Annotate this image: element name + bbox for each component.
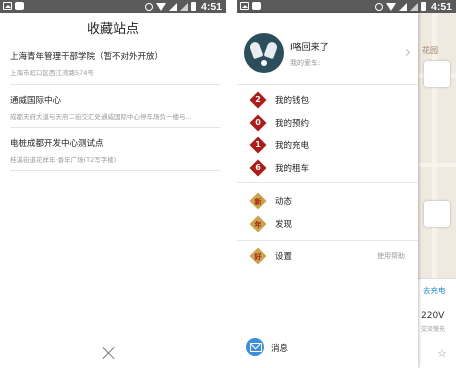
menu-item-label: 我的预约 [275, 118, 310, 129]
menu-item-discover[interactable]: 年 发现 [237, 213, 418, 236]
status-time: 4:51 [430, 0, 452, 13]
map-layers-button[interactable] [424, 61, 450, 87]
avatar-figure [248, 40, 264, 60]
menu-item-rentals[interactable]: 6 我的租车 [237, 157, 418, 180]
news-badge-icon: 新 [250, 193, 266, 209]
favorites-list: 上海青年管理干部学院（暂不对外开放） 上海市虹口区西江湾路574号 通威国际中心… [10, 42, 220, 171]
map-place-label: 花园 [422, 46, 438, 55]
rentals-badge-icon: 6 [250, 160, 266, 176]
chat-notification-icon [252, 2, 261, 10]
wallet-badge-icon: 2 [250, 92, 266, 108]
status-bar: 4:51 [0, 0, 226, 13]
menu-item-label: 设置 [275, 252, 293, 262]
profile-name: I咯回来了 [290, 43, 329, 53]
battery-icon [420, 2, 426, 11]
menu-item-label: 我的租车 [275, 163, 310, 174]
chevron-right-icon [402, 48, 411, 57]
profile-car: 我的爱车: [290, 59, 321, 67]
station-address: 上海市虹口区西江湾路574号 [10, 69, 94, 77]
menu-item-label: 我的钱包 [275, 96, 310, 106]
screen-divider [226, 0, 237, 368]
nav-drawer: I咯回来了 我的爱车: 2 我的钱包 0 我的预约 1 我的充电 6 我的租车 [237, 13, 418, 368]
signal-icon [398, 2, 407, 11]
menu-screen: 花园 去充电 220V 交流慢充 ☆ 4:51 I咯回来了 我的爱车: 2 我的… [237, 0, 456, 368]
mail-icon [246, 338, 264, 356]
avatar-figure [263, 40, 279, 60]
list-item[interactable]: 通威国际中心 成都天府大道与天府二街交汇处通威国际中心停车场负一楼与... [10, 85, 220, 128]
battery-icon [190, 2, 196, 11]
favorites-screen: 4:51 收藏站点 上海青年管理干部学院（暂不对外开放） 上海市虹口区西江湾路5… [0, 0, 226, 368]
menu-item-wallet[interactable]: 2 我的钱包 [237, 89, 418, 112]
chat-notification-icon [15, 2, 24, 10]
menu-secondary: 新 动态 年 发现 [237, 187, 418, 241]
menu-item-reservations[interactable]: 0 我的预约 [237, 112, 418, 135]
wifi-icon [385, 3, 396, 11]
go-charge-link[interactable]: 去充电 [423, 285, 446, 296]
map-road [418, 163, 456, 167]
station-name: 上海青年管理干部学院（暂不对外开放） [10, 52, 164, 62]
close-icon[interactable] [102, 346, 116, 360]
menu-item-settings[interactable]: 好 设置 使用帮助 [237, 245, 418, 268]
menu-primary: 2 我的钱包 0 我的预约 1 我的充电 6 我的租车 [237, 89, 418, 183]
list-item[interactable]: 电桩成都开发中心测试点 桂溪街道花样年·香年广场(T2写字楼) [10, 128, 220, 171]
station-name: 电桩成都开发中心测试点 [10, 139, 104, 149]
station-voltage: 220V [421, 311, 445, 321]
alarm-icon [374, 2, 383, 11]
station-address: 桂溪街道花样年·香年广场(T2写字楼) [10, 156, 117, 164]
star-icon[interactable]: ☆ [437, 347, 447, 360]
messages-label: 消息 [271, 344, 289, 354]
reservations-badge-icon: 0 [250, 115, 266, 131]
status-time: 4:51 [200, 0, 222, 13]
menu-item-label: 动态 [275, 197, 293, 207]
menu-settings: 好 设置 使用帮助 [237, 245, 418, 267]
messages-button[interactable]: 消息 [237, 338, 418, 358]
charging-badge-icon: 1 [250, 137, 266, 153]
avatar-ball [261, 60, 267, 66]
signal-icon-secondary [409, 2, 418, 11]
menu-item-charging[interactable]: 1 我的充电 [237, 134, 418, 157]
image-notification-icon [3, 2, 12, 10]
status-bar: 4:51 [237, 0, 456, 13]
settings-badge-icon: 好 [250, 248, 266, 264]
menu-item-label: 发现 [275, 219, 293, 230]
station-name: 通威国际中心 [10, 96, 62, 106]
station-type: 交流慢充 [421, 326, 446, 333]
menu-item-news[interactable]: 新 动态 [237, 190, 418, 213]
page-title: 收藏站点 [86, 22, 139, 37]
signal-icon-secondary [179, 2, 188, 11]
discover-badge-icon: 年 [250, 216, 266, 232]
help-link[interactable]: 使用帮助 [377, 251, 405, 261]
wifi-icon [155, 3, 166, 11]
list-item[interactable]: 上海青年管理干部学院（暂不对外开放） 上海市虹口区西江湾路574号 [10, 42, 220, 85]
image-notification-icon [240, 2, 249, 10]
map-locate-button[interactable] [424, 201, 450, 227]
avatar[interactable] [244, 33, 284, 73]
alarm-icon [144, 2, 153, 11]
profile-header[interactable]: I咯回来了 我的爱车: [237, 13, 418, 85]
signal-icon [168, 2, 177, 11]
station-address: 成都天府大道与天府二街交汇处通威国际中心停车场负一楼与... [10, 113, 192, 121]
menu-item-label: 我的充电 [275, 141, 310, 151]
